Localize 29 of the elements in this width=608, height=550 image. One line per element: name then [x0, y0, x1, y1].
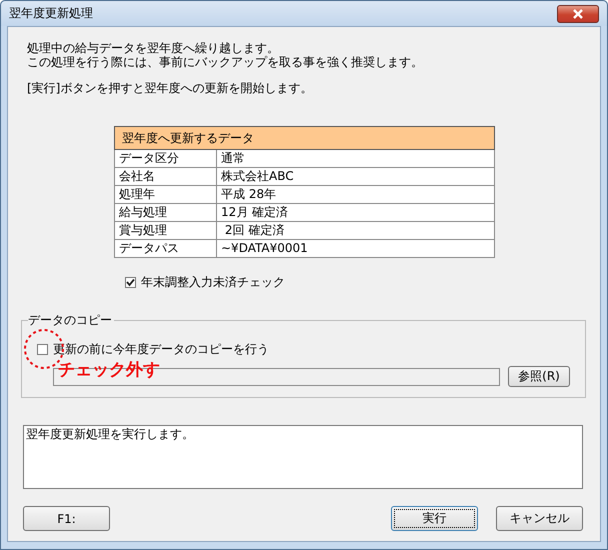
intro-text: 処理中の給与データを翌年度へ繰り越します。 [27, 41, 280, 55]
checkbox[interactable] [37, 344, 48, 355]
annotation-text: チェック外す [58, 360, 160, 380]
intro-text: この処理を行う際には、事前にバックアップを取る事を強く推奨します。 [27, 55, 424, 69]
dialog-button[interactable]: 実行 [391, 506, 478, 531]
dialog-button[interactable]: F1: [23, 506, 110, 531]
table-header: 翌年度へ更新するデータ [114, 126, 494, 150]
dialog-button[interactable]: キャンセル [496, 506, 583, 531]
table-cell: 通常 [216, 150, 494, 168]
table-cell: 2回 確定済 [216, 222, 494, 240]
table-cell: 株式会社ABC [216, 168, 494, 186]
table-cell: データパス [114, 240, 216, 258]
browse-button[interactable]: 参照(R) [508, 366, 570, 387]
close-icon [571, 8, 585, 18]
table-cell: ~¥DATA¥0001 [216, 240, 494, 258]
table-cell: 処理年 [114, 186, 216, 204]
window-title: 翌年度更新処理 [8, 5, 94, 22]
table-cell: データ区分 [114, 150, 216, 168]
table-cell: 会社名 [114, 168, 216, 186]
group-title: データのコピー [28, 313, 114, 327]
message-text: 翌年度更新処理を実行します。 [26, 427, 194, 441]
table-cell: 給与処理 [114, 204, 216, 222]
close-button[interactable] [557, 4, 599, 22]
checkbox-label: 年末調整入力未済チェック [141, 274, 285, 291]
table-cell: 12月 確定済 [216, 204, 494, 222]
instruction-text: [実行]ボタンを押すと翌年度への更新を開始します。 [27, 81, 314, 95]
table-cell: 賞与処理 [114, 222, 216, 240]
table-cell: 平成 28年 [216, 186, 494, 204]
checkbox[interactable] [125, 277, 136, 288]
